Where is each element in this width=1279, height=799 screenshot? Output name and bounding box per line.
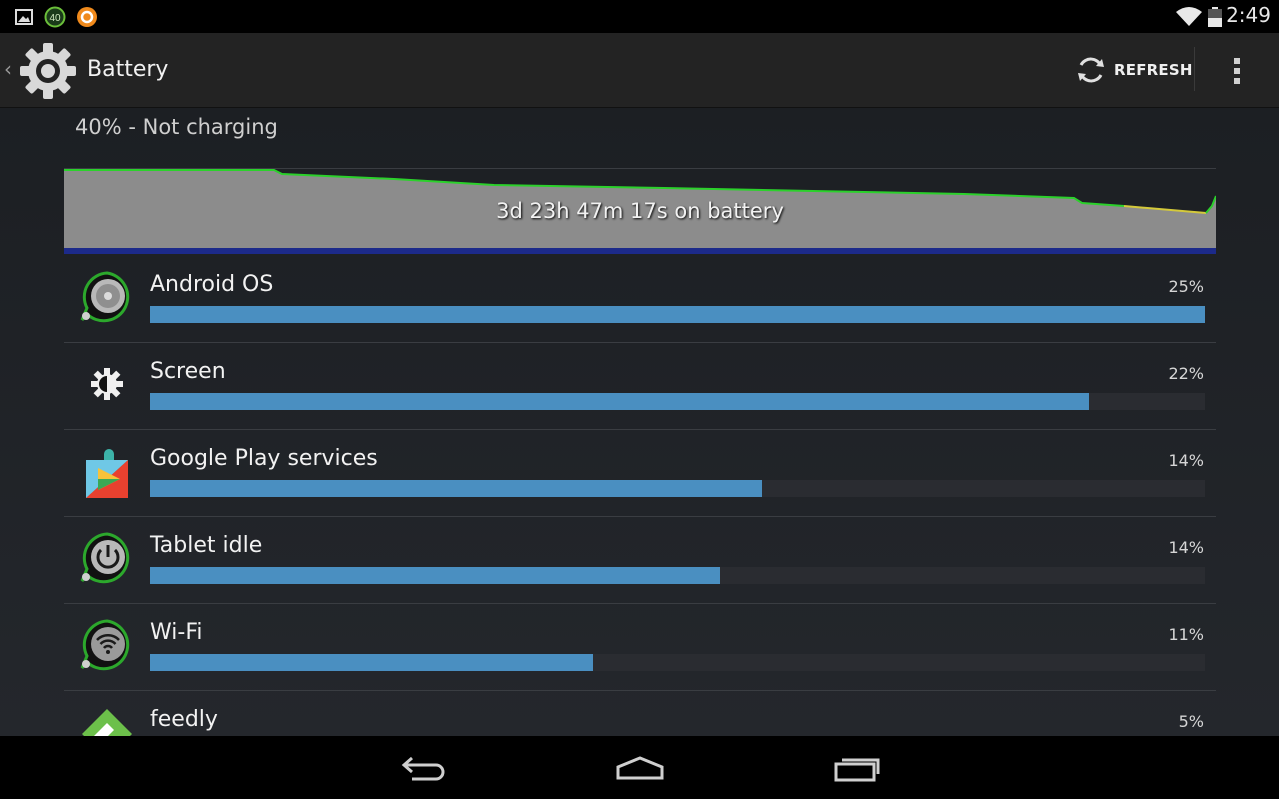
refresh-icon — [1078, 57, 1104, 83]
item-percent: 25% — [1168, 277, 1204, 296]
usage-bar — [150, 567, 1205, 584]
item-percent: 14% — [1168, 451, 1204, 470]
orange-circle-icon — [77, 7, 97, 27]
usage-bar-fill — [150, 480, 762, 497]
refresh-button[interactable]: REFRESH — [1074, 51, 1193, 89]
list-item-android-os[interactable]: Android OS 25% — [64, 256, 1216, 343]
android-os-icon — [80, 271, 130, 323]
item-name: feedly — [150, 707, 218, 732]
page-title: Battery — [87, 57, 169, 82]
navigation-bar — [0, 736, 1279, 799]
battery-graph-baseline — [64, 248, 1216, 254]
settings-gear-icon[interactable] — [18, 41, 78, 101]
usage-bar — [150, 306, 1205, 323]
item-name: Wi-Fi — [150, 620, 203, 645]
usage-bar-fill — [150, 306, 1205, 323]
clock: 2:49 — [1226, 3, 1271, 27]
item-name: Android OS — [150, 272, 274, 297]
usage-bar-fill — [150, 393, 1089, 410]
power-icon — [80, 532, 130, 584]
play-services-icon — [86, 449, 128, 498]
battery-graph[interactable]: 3d 23h 47m 17s on battery — [64, 168, 1217, 256]
usage-bar — [150, 654, 1205, 671]
battery-status: 40% - Not charging — [75, 115, 278, 139]
list-item-wi-fi[interactable]: Wi-Fi 11% — [64, 604, 1216, 691]
badge-40-icon: 40 — [44, 6, 66, 28]
action-bar: ‹ Battery REFRESH — [0, 33, 1279, 108]
usage-bar — [150, 393, 1205, 410]
item-name: Google Play services — [150, 446, 378, 471]
status-bar: 40 2:49 — [0, 0, 1279, 33]
gallery-icon — [15, 9, 33, 25]
usage-bar — [150, 480, 1205, 497]
item-name: Tablet idle — [150, 533, 263, 558]
recents-icon[interactable] — [828, 750, 888, 786]
item-percent: 11% — [1168, 625, 1204, 644]
wifi-usage-icon — [80, 619, 130, 671]
item-percent: 14% — [1168, 538, 1204, 557]
usage-list: Android OS 25% Screen 22% Google Play se… — [64, 256, 1216, 736]
list-item-feedly[interactable]: feedly 5% — [64, 691, 1216, 736]
list-item-screen[interactable]: Screen 22% — [64, 343, 1216, 430]
brightness-icon — [91, 368, 123, 400]
notification-badge-text: 40 — [49, 13, 61, 24]
feedly-icon — [82, 709, 132, 736]
battery-icon — [1208, 7, 1222, 27]
usage-bar-fill — [150, 567, 720, 584]
home-icon[interactable] — [610, 750, 670, 786]
back-chevron-icon[interactable]: ‹ — [4, 57, 12, 81]
action-divider — [1194, 47, 1195, 91]
item-name: Screen — [150, 359, 226, 384]
item-percent: 22% — [1168, 364, 1204, 383]
list-item-google-play-services[interactable]: Google Play services 14% — [64, 430, 1216, 517]
item-percent: 5% — [1178, 712, 1204, 731]
back-icon[interactable] — [394, 750, 454, 786]
usage-bar-fill — [150, 654, 594, 671]
battery-graph-label: 3d 23h 47m 17s on battery — [496, 199, 784, 223]
battery-content[interactable]: 40% - Not charging 3d 23h 47m 17s on bat… — [0, 108, 1279, 736]
list-item-tablet-idle[interactable]: Tablet idle 14% — [64, 517, 1216, 604]
wifi-icon — [1176, 7, 1202, 26]
refresh-label: REFRESH — [1114, 61, 1193, 79]
overflow-menu-icon[interactable] — [1227, 55, 1247, 87]
